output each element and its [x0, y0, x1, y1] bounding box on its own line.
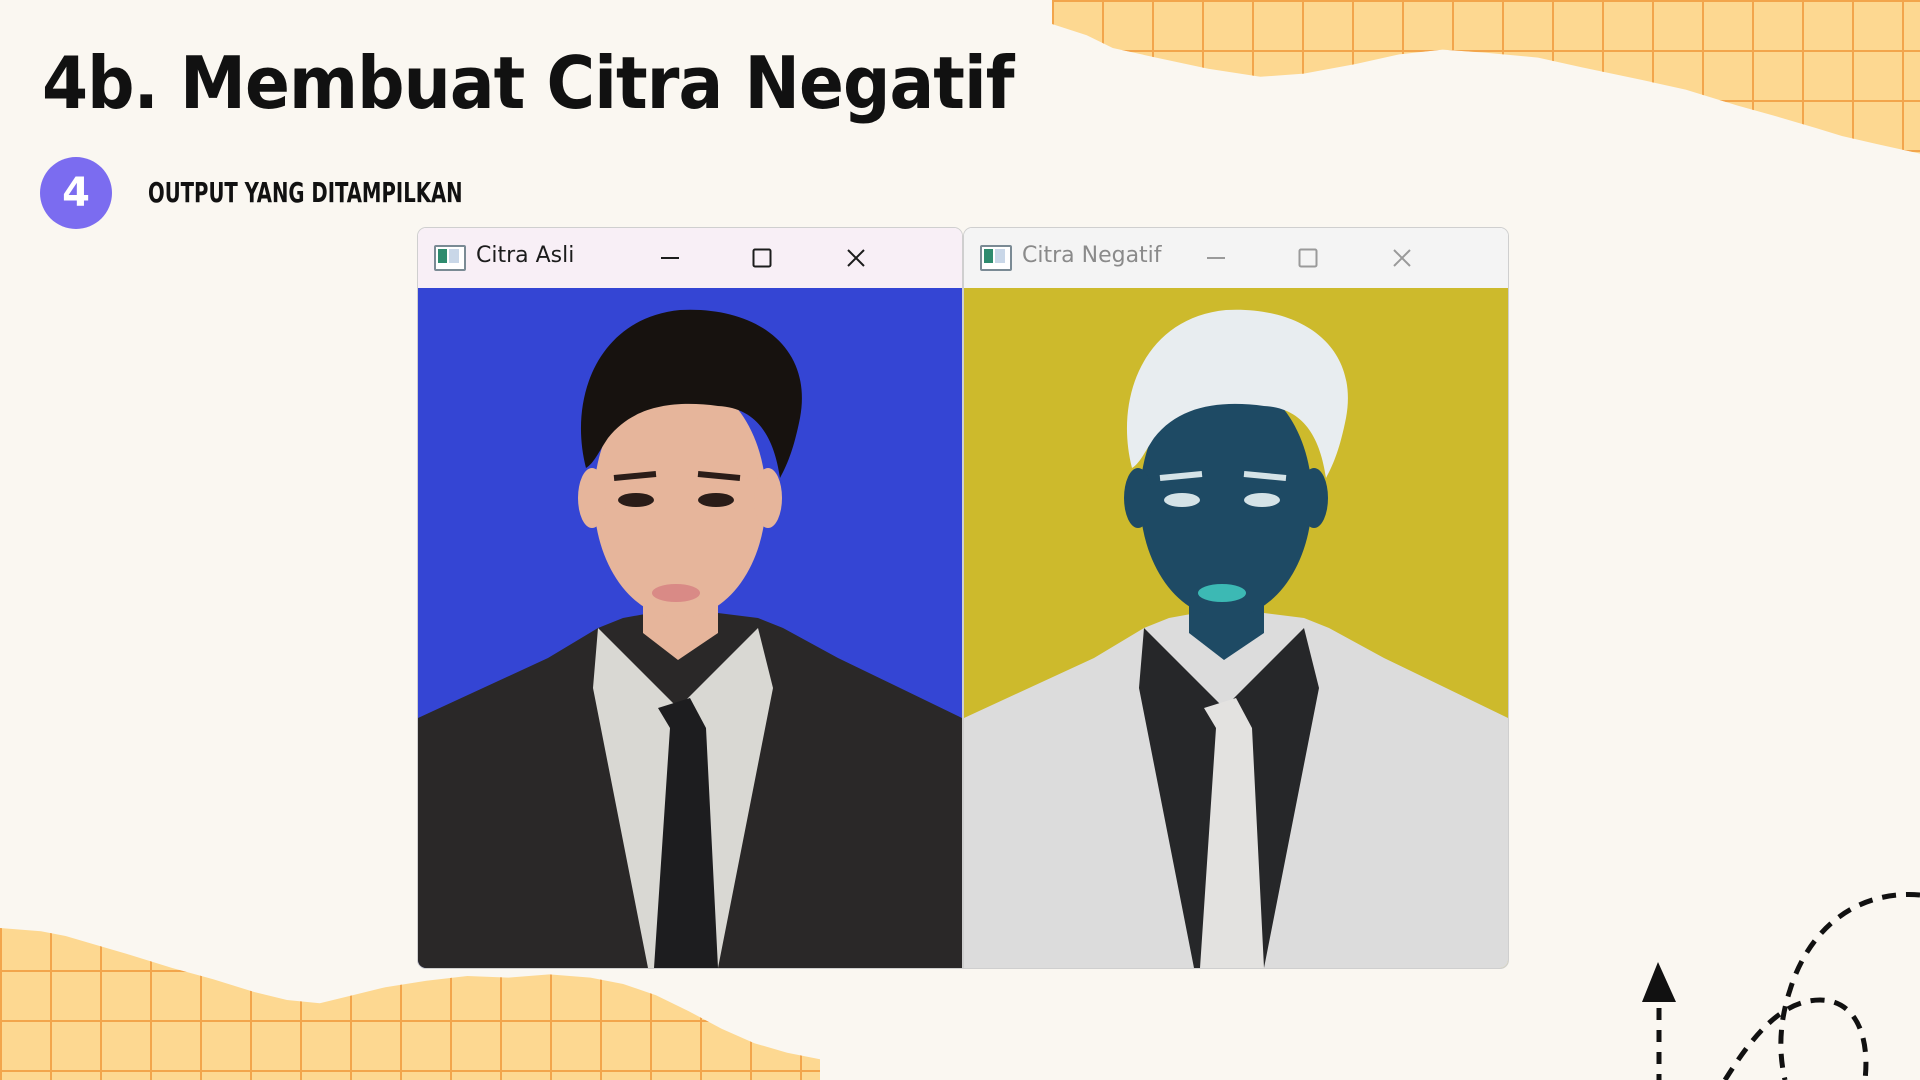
lips [1198, 584, 1246, 602]
maximize-button[interactable] [740, 238, 784, 278]
eye-left [1164, 493, 1200, 507]
window-titlebar[interactable]: Citra Negatif [964, 228, 1508, 288]
maximize-icon [752, 248, 772, 268]
close-icon [1393, 249, 1411, 267]
window-title: Citra Negatif [1022, 243, 1162, 268]
minimize-icon [661, 257, 679, 259]
minimize-button[interactable] [648, 238, 692, 278]
step-label: OUTPUT YANG DITAMPILKAN [148, 176, 463, 209]
maximize-button[interactable] [1286, 238, 1330, 278]
close-icon [847, 249, 865, 267]
image-canvas [418, 288, 962, 968]
page-title: 4b. Membuat Citra Negatif [42, 41, 1015, 125]
portrait-image-original [418, 288, 962, 968]
close-button[interactable] [1380, 238, 1424, 278]
app-icon [434, 245, 466, 271]
step-number-badge: 4 [40, 157, 112, 229]
portrait-image-negative [964, 288, 1508, 968]
image-canvas [964, 288, 1508, 968]
window-titlebar[interactable]: Citra Asli [418, 228, 962, 288]
window-citra-asli[interactable]: Citra Asli [418, 228, 962, 968]
window-title: Citra Asli [476, 243, 575, 268]
ear-left [1124, 468, 1152, 528]
torn-grid-paper-top [1052, 0, 1920, 154]
eye-right [1244, 493, 1280, 507]
ear-right [1300, 468, 1328, 528]
eye-right [698, 493, 734, 507]
close-button[interactable] [834, 238, 878, 278]
window-citra-negatif[interactable]: Citra Negatif [964, 228, 1508, 968]
ear-right [754, 468, 782, 528]
lips [652, 584, 700, 602]
ear-left [578, 468, 606, 528]
minimize-icon [1207, 257, 1225, 259]
minimize-button[interactable] [1194, 238, 1238, 278]
eye-left [618, 493, 654, 507]
maximize-icon [1298, 248, 1318, 268]
app-icon [980, 245, 1012, 271]
arrow-up-icon [1642, 962, 1676, 1002]
dashed-loop-icon [1642, 892, 1920, 1080]
